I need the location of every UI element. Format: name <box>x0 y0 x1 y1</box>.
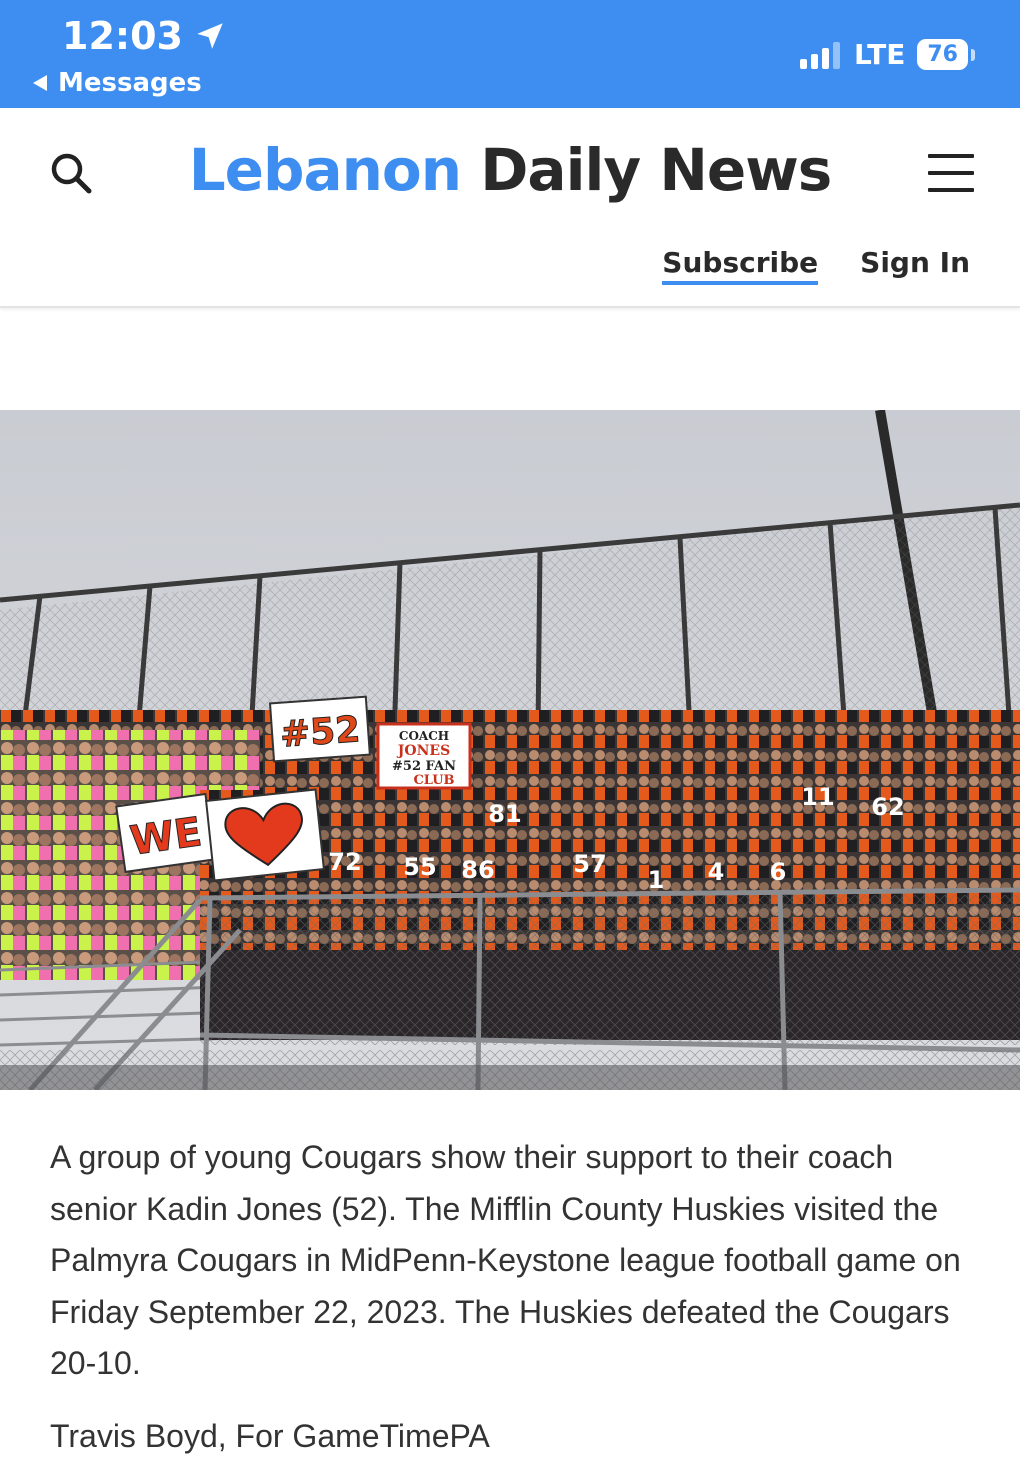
photo-caption: A group of young Cougars show their supp… <box>50 1139 961 1381</box>
sign-52: #52 <box>279 709 362 755</box>
sign-fan: #52 FAN <box>392 759 456 774</box>
back-label: Messages <box>58 68 202 98</box>
logo-word-daily-news: Daily News <box>480 136 832 204</box>
location-arrow-icon <box>197 23 223 49</box>
jersey-57: 57 <box>573 850 606 878</box>
jersey-72: 72 <box>328 848 361 876</box>
status-indicators: LTE 76 <box>799 38 975 71</box>
photo-credit: Travis Boyd, For GameTimePA <box>50 1418 490 1454</box>
signal-bars-icon <box>799 41 840 69</box>
jersey-55: 55 <box>403 853 436 881</box>
time-text: 12:03 <box>62 14 183 58</box>
logo-word-lebanon: Lebanon <box>188 136 462 204</box>
jersey-1: 1 <box>648 866 665 894</box>
back-to-messages[interactable]: Messages <box>32 68 202 98</box>
jersey-86: 86 <box>461 856 494 884</box>
article-photo[interactable]: #52 COACH JONES #52 FAN CLUB WE 72 55 86… <box>0 410 1020 1090</box>
sign-we: WE <box>127 809 204 864</box>
status-bar: 12:03 Messages LTE 76 <box>0 0 1020 108</box>
jersey-4: 4 <box>708 858 725 886</box>
account-links: Subscribe Sign In <box>662 246 970 285</box>
sign-in-link[interactable]: Sign In <box>860 246 970 285</box>
sign-coach: COACH <box>399 729 449 743</box>
site-header: Lebanon Daily News Subscribe Sign In <box>0 108 1020 308</box>
back-triangle-icon <box>33 75 47 91</box>
subscribe-link[interactable]: Subscribe <box>662 246 819 285</box>
sign-jones: JONES <box>396 743 450 759</box>
jersey-11: 11 <box>801 783 834 811</box>
jersey-6: 6 <box>770 858 787 886</box>
jersey-62: 62 <box>871 793 904 821</box>
hamburger-menu-icon[interactable] <box>928 154 974 192</box>
clock: 12:03 <box>62 14 227 58</box>
site-logo[interactable]: Lebanon Daily News <box>0 136 1020 204</box>
battery-icon: 76 <box>917 39 975 70</box>
network-type: LTE <box>853 38 906 71</box>
jersey-81: 81 <box>488 800 521 828</box>
sign-club: CLUB <box>413 773 454 788</box>
